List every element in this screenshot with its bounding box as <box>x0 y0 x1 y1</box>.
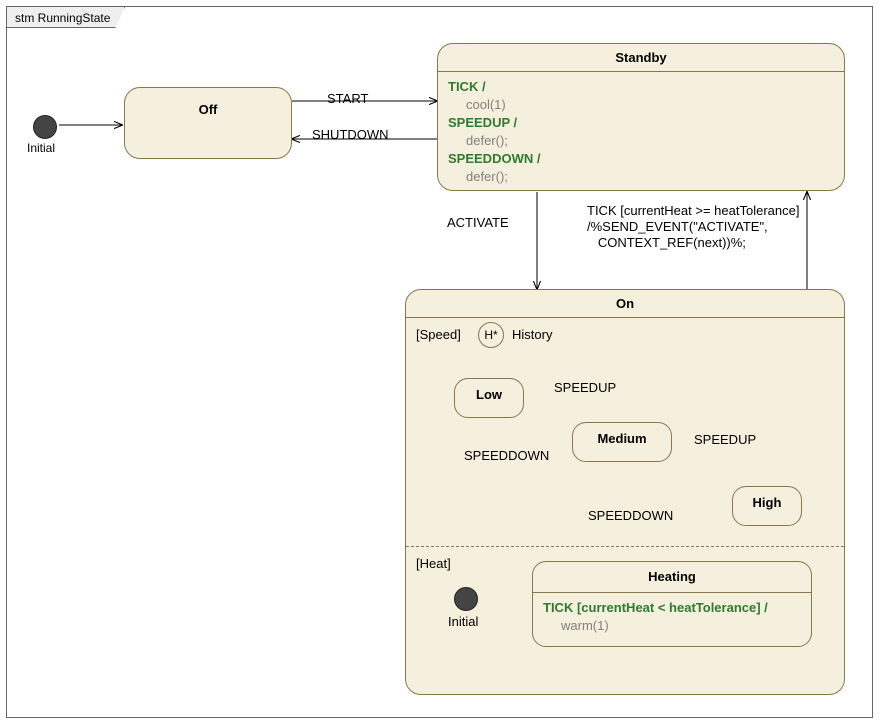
state-high[interactable]: High <box>732 486 802 526</box>
standby-line0-action: cool(1) <box>448 96 834 114</box>
state-medium[interactable]: Medium <box>572 422 672 462</box>
edge-start-label: START <box>327 91 368 107</box>
state-standby[interactable]: Standby TICK / cool(1) SPEEDUP / defer()… <box>437 43 845 191</box>
standby-line0-trigger: TICK / <box>448 79 486 94</box>
state-heating[interactable]: Heating TICK [currentHeat < heatToleranc… <box>532 561 812 647</box>
region-speed-label: [Speed] <box>416 326 461 344</box>
history-label: History <box>512 326 552 344</box>
heating-trigger: TICK [currentHeat < heatTolerance] / <box>543 600 768 615</box>
region-heat-label: [Heat] <box>416 555 451 573</box>
standby-line1-action: defer(); <box>448 132 834 150</box>
state-off-title: Off <box>125 88 291 123</box>
standby-line2-action: defer(); <box>448 168 834 186</box>
state-heating-body: TICK [currentHeat < heatTolerance] / war… <box>533 593 811 641</box>
edge-low-med-speedup: SPEEDUP <box>554 380 616 396</box>
statemachine-frame: stm RunningState Initial <box>6 6 873 718</box>
state-standby-body: TICK / cool(1) SPEEDUP / defer(); SPEEDD… <box>438 72 844 192</box>
state-standby-title: Standby <box>438 44 844 71</box>
state-heating-title: Heating <box>533 562 811 592</box>
heat-initial-node <box>454 587 478 611</box>
standby-line2-trigger: SPEEDDOWN / <box>448 151 540 166</box>
edge-tickguard-label: TICK [currentHeat >= heatTolerance] /%SE… <box>587 203 799 251</box>
state-low[interactable]: Low <box>454 378 524 418</box>
edge-shutdown-label: SHUTDOWN <box>312 127 389 143</box>
initial-node <box>33 115 57 139</box>
heating-action: warm(1) <box>543 617 801 635</box>
state-off[interactable]: Off <box>124 87 292 159</box>
edge-med-high-speedup: SPEEDUP <box>694 432 756 448</box>
state-on[interactable]: On [Speed] H* History Low Medium High SP… <box>405 289 845 695</box>
heat-initial-label: Initial <box>448 613 478 631</box>
standby-line1-trigger: SPEEDUP / <box>448 115 517 130</box>
history-node: H* <box>478 322 504 348</box>
state-on-title: On <box>406 290 844 317</box>
edge-activate-label: ACTIVATE <box>447 215 509 231</box>
frame-tab: stm RunningState <box>6 6 125 28</box>
initial-label: Initial <box>27 141 55 155</box>
edge-high-med-speeddown: SPEEDDOWN <box>588 508 673 524</box>
edge-med-low-speeddown: SPEEDDOWN <box>464 448 549 464</box>
